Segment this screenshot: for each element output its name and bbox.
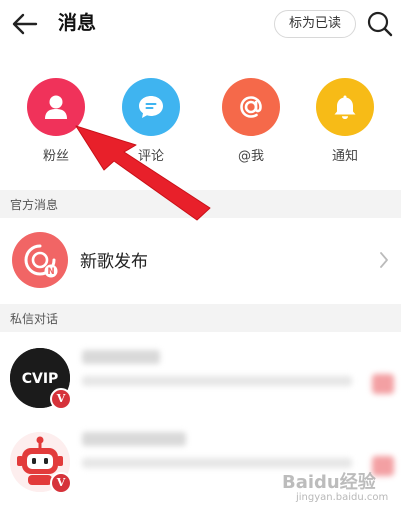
person-icon	[45, 95, 67, 119]
arrow-left-icon	[12, 13, 38, 35]
back-button[interactable]	[10, 10, 40, 38]
section-label: 私信对话	[10, 312, 59, 326]
section-header-official: 官方消息	[0, 190, 401, 218]
search-button[interactable]	[366, 10, 394, 38]
chevron-right-icon	[380, 252, 388, 268]
section-header-private: 私信对话	[0, 304, 401, 332]
chat-bubble-icon	[139, 96, 163, 118]
avatar: CVIP V	[10, 348, 72, 410]
official-item-name: 新歌发布	[80, 252, 148, 272]
official-message-item[interactable]: N 新歌发布	[0, 220, 401, 300]
quick-action-label: 粉丝	[42, 149, 69, 164]
at-sign-icon	[240, 96, 262, 118]
blurred-name	[82, 432, 186, 446]
quick-action-label: @我	[237, 149, 264, 164]
quick-action-comments[interactable]: 评论	[116, 78, 186, 164]
watermark: Baidu经验	[282, 472, 376, 493]
mark-as-read-button[interactable]: 标为已读	[274, 10, 356, 38]
quick-action-label: 评论	[137, 149, 164, 164]
verified-badge: V	[50, 472, 72, 494]
watermark-url: jingyan.baidu.com	[296, 492, 389, 503]
blurred-name	[82, 350, 160, 364]
fans-icon-circle	[27, 78, 85, 136]
header: 消息 标为已读	[0, 0, 401, 48]
mentions-icon-circle	[222, 78, 280, 136]
svg-text:N: N	[47, 267, 54, 277]
quick-action-notifications[interactable]: 通知	[310, 78, 380, 164]
unread-badge	[372, 374, 394, 394]
avatar: V	[10, 432, 72, 494]
quick-action-fans[interactable]: 粉丝	[21, 78, 91, 164]
page-title: 消息	[58, 12, 97, 34]
bell-icon	[334, 95, 356, 119]
quick-action-mentions[interactable]: @我	[216, 78, 286, 164]
private-message-item[interactable]: CVIP V	[0, 336, 401, 416]
blurred-preview	[82, 376, 352, 386]
blurred-preview	[82, 458, 352, 468]
notifications-icon-circle	[316, 78, 374, 136]
avatar-text: CVIP	[22, 371, 59, 387]
vinyl-disc-icon: N	[24, 244, 58, 278]
quick-action-label: 通知	[331, 149, 358, 164]
section-label: 官方消息	[10, 198, 59, 212]
search-icon	[367, 11, 393, 37]
official-avatar: N	[12, 232, 68, 288]
verified-badge: V	[50, 388, 72, 410]
comments-icon-circle	[122, 78, 180, 136]
